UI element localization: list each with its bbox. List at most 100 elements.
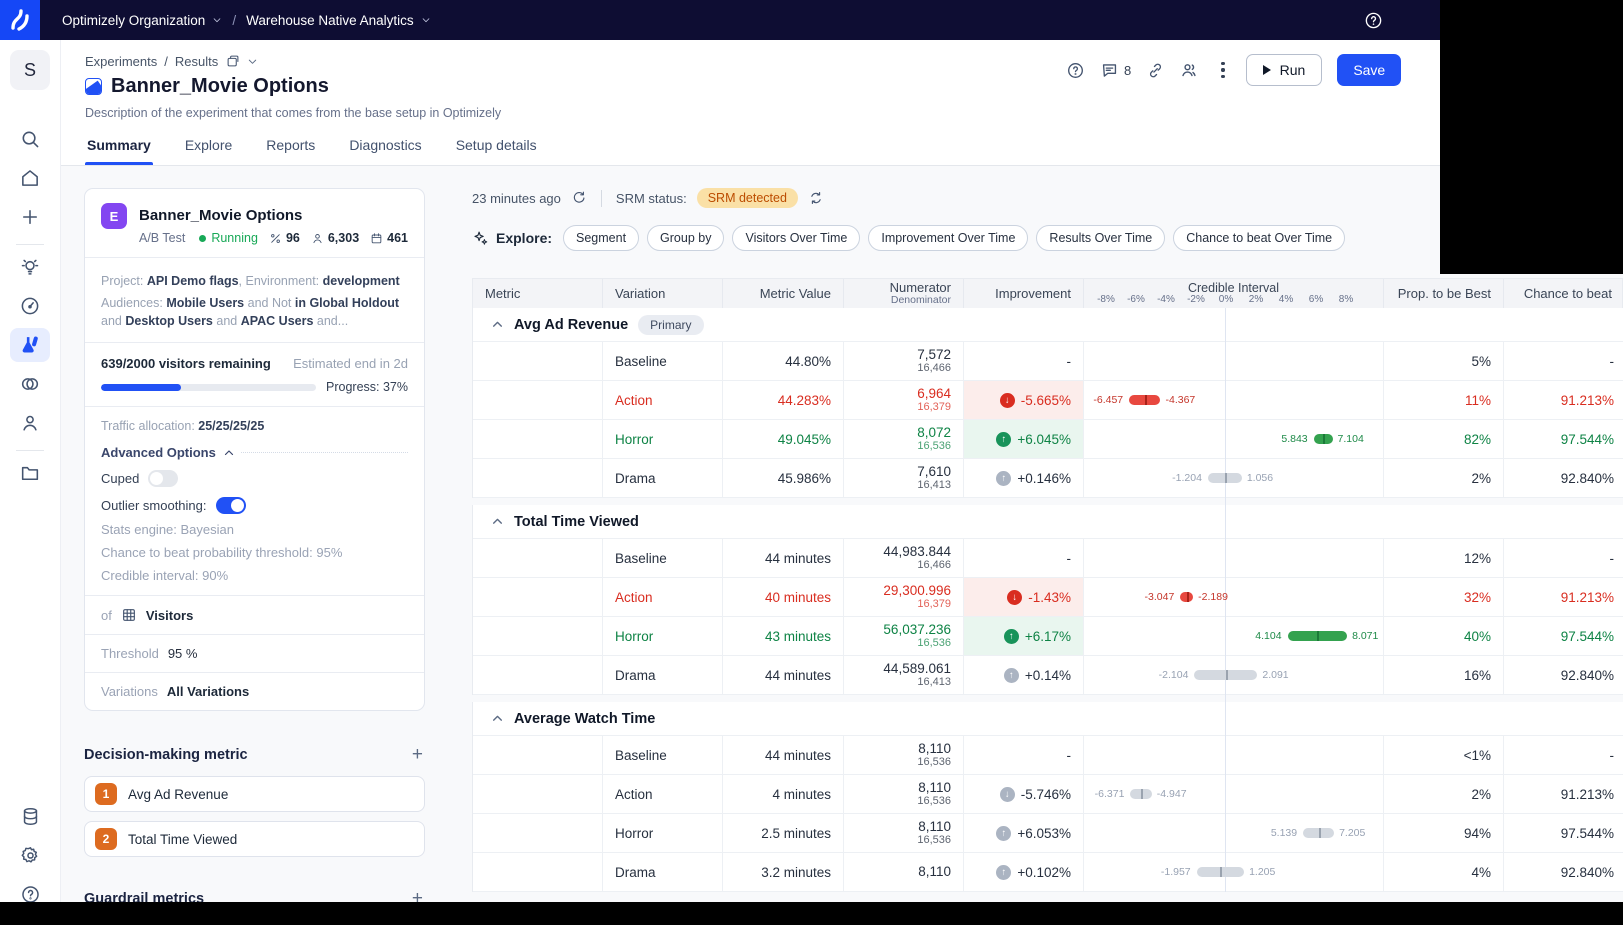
- cell-numerator-denominator: 6,964 16,379: [844, 381, 964, 419]
- cell-numerator-denominator: 8,110: [844, 853, 964, 891]
- decision-metric-list: 1 Avg Ad Revenue 2 Total Time Viewed: [84, 776, 425, 858]
- settings-gear-icon[interactable]: [10, 838, 50, 872]
- explore-button-visitors-over-time[interactable]: Visitors Over Time: [732, 225, 861, 251]
- cell-metric-value: 40 minutes: [723, 578, 844, 616]
- cell-metric-value: 44 minutes: [723, 736, 844, 774]
- table-row: Drama 3.2 minutes 8,110 ↑ +0.102% -1.957 1.205…: [473, 853, 1623, 892]
- share-link-icon[interactable]: [1146, 61, 1165, 80]
- home-icon[interactable]: [10, 161, 50, 195]
- outlier-smoothing-label: Outlier smoothing:: [101, 498, 207, 514]
- collaborators-icon[interactable]: [1180, 60, 1200, 80]
- explore-button-group-by[interactable]: Group by: [647, 225, 725, 251]
- cell-metric-empty: [473, 539, 603, 577]
- run-button[interactable]: Run: [1245, 54, 1323, 86]
- of-visitors-row[interactable]: of Visitors: [85, 595, 424, 634]
- recalculate-icon[interactable]: [808, 190, 824, 206]
- cell-metric-value: 44.283%: [723, 381, 844, 419]
- cell-metric-value: 45.986%: [723, 459, 844, 497]
- chevron-up-icon[interactable]: [491, 712, 504, 725]
- audience-person-icon[interactable]: [10, 406, 50, 440]
- help-icon[interactable]: [1364, 11, 1383, 35]
- tab-diagnostics[interactable]: Diagnostics: [347, 129, 423, 165]
- cell-metric-empty: [473, 814, 603, 852]
- experiment-stat: 6,303: [311, 231, 359, 245]
- data-database-icon[interactable]: [10, 799, 50, 833]
- top-navbar: Optimizely Organization / Warehouse Nati…: [0, 0, 1623, 40]
- decision-metric-card[interactable]: 2 Total Time Viewed: [84, 821, 425, 858]
- tab-explore[interactable]: Explore: [183, 129, 234, 165]
- advanced-options-toggle[interactable]: Advanced Options: [101, 445, 408, 460]
- more-menu-icon[interactable]: [1215, 58, 1230, 82]
- interval-high-label: 7.205: [1339, 827, 1366, 839]
- threshold-row[interactable]: Threshold 95 %: [85, 634, 424, 672]
- workspace-avatar[interactable]: S: [10, 50, 50, 90]
- save-button[interactable]: Save: [1337, 54, 1402, 86]
- tab-setup-details[interactable]: Setup details: [454, 129, 539, 165]
- credible-interval-bar: [1207, 473, 1242, 483]
- denominator-value: 16,536: [917, 637, 951, 650]
- ideas-lightbulb-icon[interactable]: [10, 250, 50, 284]
- cell-credible-interval: -1.957 1.205: [1084, 853, 1384, 891]
- metric-section-name: Avg Ad Revenue: [514, 316, 629, 333]
- play-icon: [1262, 65, 1271, 75]
- last-updated: 23 minutes ago: [472, 190, 561, 206]
- cell-chance-to-beat: -: [1609, 747, 1615, 763]
- cell-credible-interval: 5.139 7.205: [1084, 814, 1384, 852]
- axis-tick: 0%: [1218, 294, 1234, 305]
- rail-divider: [16, 450, 44, 451]
- rollouts-venn-icon[interactable]: [10, 367, 50, 401]
- improvement-value: -: [1066, 353, 1072, 369]
- search-icon[interactable]: [10, 122, 50, 156]
- chevron-up-icon[interactable]: [491, 318, 504, 331]
- interval-high-label: 1.205: [1249, 866, 1276, 878]
- tab-reports[interactable]: Reports: [264, 129, 317, 165]
- cell-metric-empty: [473, 656, 603, 694]
- variations-value: All Variations: [166, 684, 250, 700]
- improvement-value: +6.045%: [1017, 431, 1071, 447]
- cuped-toggle[interactable]: [148, 470, 179, 488]
- breadcrumb-experiments[interactable]: Experiments: [85, 54, 157, 69]
- project-switcher[interactable]: Warehouse Native Analytics: [246, 13, 431, 28]
- create-plus-icon[interactable]: [10, 200, 50, 234]
- add-decision-metric-button[interactable]: +: [412, 745, 423, 764]
- improvement-value: +6.17%: [1024, 628, 1071, 644]
- optimizely-logo[interactable]: [0, 0, 40, 40]
- outlier-smoothing-toggle[interactable]: [215, 497, 246, 515]
- credible-interval-bar: [1313, 434, 1333, 444]
- cell-prop-to-be-best: 12%: [1384, 539, 1504, 577]
- experiment-stats: 96 6,303 461: [269, 231, 408, 245]
- stat-value: 96: [285, 231, 300, 245]
- variations-row[interactable]: Variations All Variations: [85, 672, 424, 710]
- explore-button-segment[interactable]: Segment: [563, 225, 640, 251]
- comments-icon[interactable]: 8: [1100, 61, 1131, 80]
- decision-metric-card[interactable]: 1 Avg Ad Revenue: [84, 776, 425, 813]
- arrow-up-circle-icon: ↑: [996, 825, 1012, 841]
- explore-button-results-over-time[interactable]: Results Over Time: [1036, 225, 1166, 251]
- org-switcher[interactable]: Optimizely Organization: [62, 13, 222, 28]
- folder-icon[interactable]: [10, 456, 50, 490]
- cell-prop-to-be-best: <1%: [1384, 736, 1504, 774]
- metric-section: Average Watch Time Baseline 44 minutes 8,11…: [472, 702, 1623, 892]
- help-icon[interactable]: [1066, 61, 1085, 80]
- cell-credible-interval: -6.457 -4.367: [1084, 381, 1384, 419]
- refresh-icon[interactable]: [571, 190, 587, 206]
- explore-button-chance-to-beat-over-time[interactable]: Chance to beat Over Time: [1173, 225, 1346, 251]
- table-row: Horror 49.045% 8,072 16,536 ↑ +6.045% 5.843 7.1…: [473, 420, 1623, 459]
- breadcrumb-results[interactable]: Results: [175, 54, 218, 69]
- metric-number-badge: 2: [95, 828, 117, 851]
- chevron-down-icon: [422, 18, 429, 23]
- dashboard-gauge-icon[interactable]: [10, 289, 50, 323]
- cell-metric-value: 44 minutes: [723, 539, 844, 577]
- copy-folder-icon[interactable]: [225, 54, 240, 69]
- chevron-up-icon[interactable]: [491, 515, 504, 528]
- experiments-flask-icon[interactable]: [10, 328, 50, 362]
- tab-summary[interactable]: Summary: [85, 129, 153, 165]
- stats-engine: Stats engine: Bayesian: [101, 522, 234, 538]
- cell-improvement: ↓ -5.665%: [964, 381, 1084, 419]
- interval-high-label: 1.056: [1246, 472, 1274, 484]
- page-title: Banner_Movie Options: [111, 75, 329, 97]
- explore-button-improvement-over-time[interactable]: Improvement Over Time: [868, 225, 1029, 251]
- nav-separator: /: [232, 12, 237, 28]
- interval-median-tick: [1225, 670, 1228, 680]
- chevron-down-icon[interactable]: [247, 56, 258, 67]
